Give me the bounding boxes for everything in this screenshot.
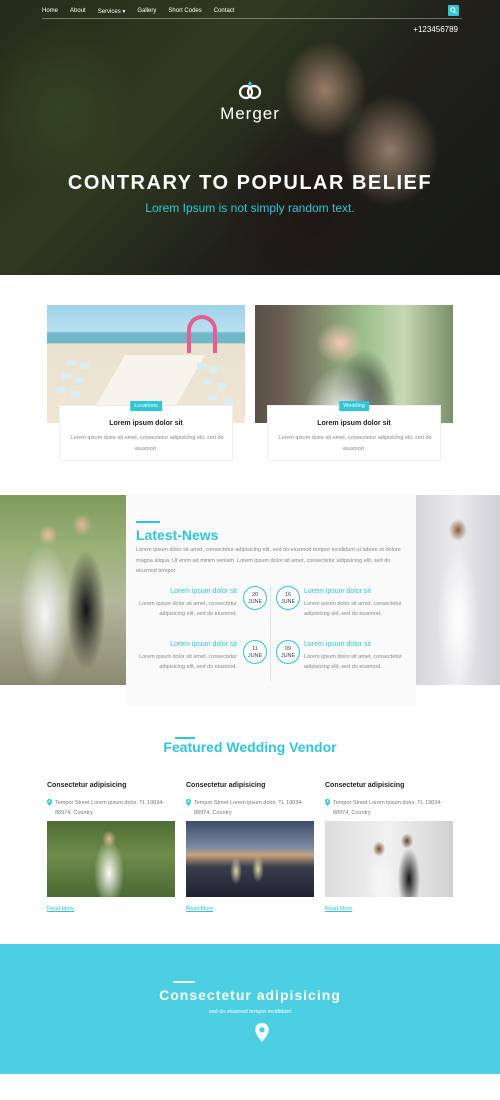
rings-icon xyxy=(238,81,262,100)
nav-home[interactable]: Home xyxy=(42,8,58,14)
read-more-link[interactable]: Read More xyxy=(47,906,74,912)
vendor-image xyxy=(325,821,453,897)
vendor-address-text: Tempor Street Lorem ipsum dolor, TL 1903… xyxy=(194,800,304,816)
nav-divider xyxy=(42,18,462,19)
date-badge: 16 JUNE xyxy=(276,586,300,610)
news-accent-line xyxy=(136,521,160,523)
news-intro: Lorem ipsum dolor sit amet, consectetur … xyxy=(136,547,401,574)
feature-title: Lorem ipsum dolor sit xyxy=(317,420,391,427)
news-image-bride xyxy=(416,495,500,685)
nav-gallery[interactable]: Gallery xyxy=(137,8,156,14)
news-item[interactable]: Lorem ipsum dolor sit Lorem ipsum dolor … xyxy=(304,640,404,673)
contact-accent-line xyxy=(173,981,195,983)
vendor-card: Consectetur adipisicing Tempor Street Lo… xyxy=(47,782,175,912)
vendor-address: Tempor Street Lorem ipsum dolor, TL 1903… xyxy=(325,798,453,818)
hero-subtitle: Lorem Ipsum is not simply random text. xyxy=(145,201,355,215)
news-item-title[interactable]: Lorem ipsum dolor sit xyxy=(304,587,404,598)
nav-about[interactable]: About xyxy=(70,8,86,14)
news-timeline xyxy=(270,586,271,682)
news-item-title[interactable]: Lorem ipsum dolor sit xyxy=(137,640,237,651)
vendor-title: Consectetur adipisicing xyxy=(325,782,405,789)
news-item[interactable]: Lorem ipsum dolor sit Lorem ipsum dolor … xyxy=(137,587,237,620)
feature-text: Lorem ipsum dolor sit amet, consectetur … xyxy=(70,435,224,452)
vendor-image xyxy=(186,821,314,897)
location-pin-icon xyxy=(47,799,52,806)
date-month: JUNE xyxy=(280,599,296,605)
feature-text: Lorem ipsum dolor sit amet, consectetur … xyxy=(278,435,432,452)
feature-tag[interactable]: Locations xyxy=(130,401,162,411)
contact-subtitle: sed do eiusmod tempor incididunt xyxy=(208,1009,292,1015)
news-image-couple xyxy=(0,495,126,685)
vendor-address-text: Tempor Street Lorem ipsum dolor, TL 1903… xyxy=(333,800,443,816)
news-item-text: Lorem ipsum dolor sit amet, consectetur … xyxy=(139,600,237,618)
vendor-address-text: Tempor Street Lorem ipsum dolor, TL 1903… xyxy=(55,800,165,816)
main-nav: Home About Services ▾ Gallery Short Code… xyxy=(42,4,462,18)
hero-section: Home About Services ▾ Gallery Short Code… xyxy=(0,0,500,275)
date-day: 11 xyxy=(252,646,258,652)
vendor-title: Consectetur adipisicing xyxy=(47,782,127,789)
vendor-address: Tempor Street Lorem ipsum dolor, TL 1903… xyxy=(186,798,314,818)
date-badge: 11 JUNE xyxy=(243,640,267,664)
news-item-text: Lorem ipsum dolor sit amet, consectetur … xyxy=(139,653,237,671)
vendor-address: Tempor Street Lorem ipsum dolor, TL 1903… xyxy=(47,798,175,818)
vendor-image xyxy=(47,821,175,897)
date-day: 09 xyxy=(284,646,292,652)
search-icon xyxy=(450,7,457,14)
nav-short-codes[interactable]: Short Codes xyxy=(168,8,201,14)
vendor-title: Consectetur adipisicing xyxy=(186,782,266,789)
feature-card[interactable]: Locations Lorem ipsum dolor sit Lorem ip… xyxy=(59,401,233,461)
feature-card[interactable]: Wedding Lorem ipsum dolor sit Lorem ipsu… xyxy=(267,401,441,461)
news-item-title[interactable]: Lorem ipsum dolor sit xyxy=(137,587,237,598)
feature-tag[interactable]: Wedding xyxy=(339,401,369,411)
feature-title: Lorem ipsum dolor sit xyxy=(109,420,183,427)
news-item-title[interactable]: Lorem ipsum dolor sit xyxy=(304,640,404,651)
location-pin-icon xyxy=(325,799,330,806)
hero-title: CONTRARY TO POPULAR BELIEF xyxy=(67,172,433,194)
phone-number: +123456789 xyxy=(413,25,458,34)
location-pin-icon[interactable] xyxy=(255,1023,269,1042)
date-day: 16 xyxy=(284,592,292,598)
news-heading: Latest-News xyxy=(136,527,219,543)
date-badge: 20 JUNE xyxy=(243,586,267,610)
contact-heading: Consectetur adipisicing xyxy=(159,987,341,1003)
search-button[interactable] xyxy=(448,5,459,16)
news-item[interactable]: Lorem ipsum dolor sit Lorem ipsum dolor … xyxy=(304,587,404,620)
news-item[interactable]: Lorem ipsum dolor sit Lorem ipsum dolor … xyxy=(137,640,237,673)
date-badge: 09 JUNE xyxy=(276,640,300,664)
site-logo[interactable]: Merger xyxy=(0,104,500,124)
news-item-text: Lorem ipsum dolor sit amet, consectetur … xyxy=(304,600,402,618)
date-day: 20 xyxy=(251,592,259,598)
read-more-link[interactable]: Read More xyxy=(325,906,352,912)
nav-services[interactable]: Services ▾ xyxy=(98,8,126,15)
date-month: JUNE xyxy=(280,653,296,659)
news-item-text: Lorem ipsum dolor sit amet, consectetur … xyxy=(304,653,402,671)
date-month: JUNE xyxy=(247,599,263,605)
nav-contact[interactable]: Contact xyxy=(214,8,235,14)
date-month: JUNE xyxy=(247,653,263,659)
vendor-heading: Featured Wedding Vendor xyxy=(163,739,337,755)
read-more-link[interactable]: Read More xyxy=(186,906,213,912)
location-pin-icon xyxy=(186,799,191,806)
vendor-card: Consectetur adipisicing Tempor Street Lo… xyxy=(186,782,314,912)
vendor-card: Consectetur adipisicing Tempor Street Lo… xyxy=(325,782,453,912)
